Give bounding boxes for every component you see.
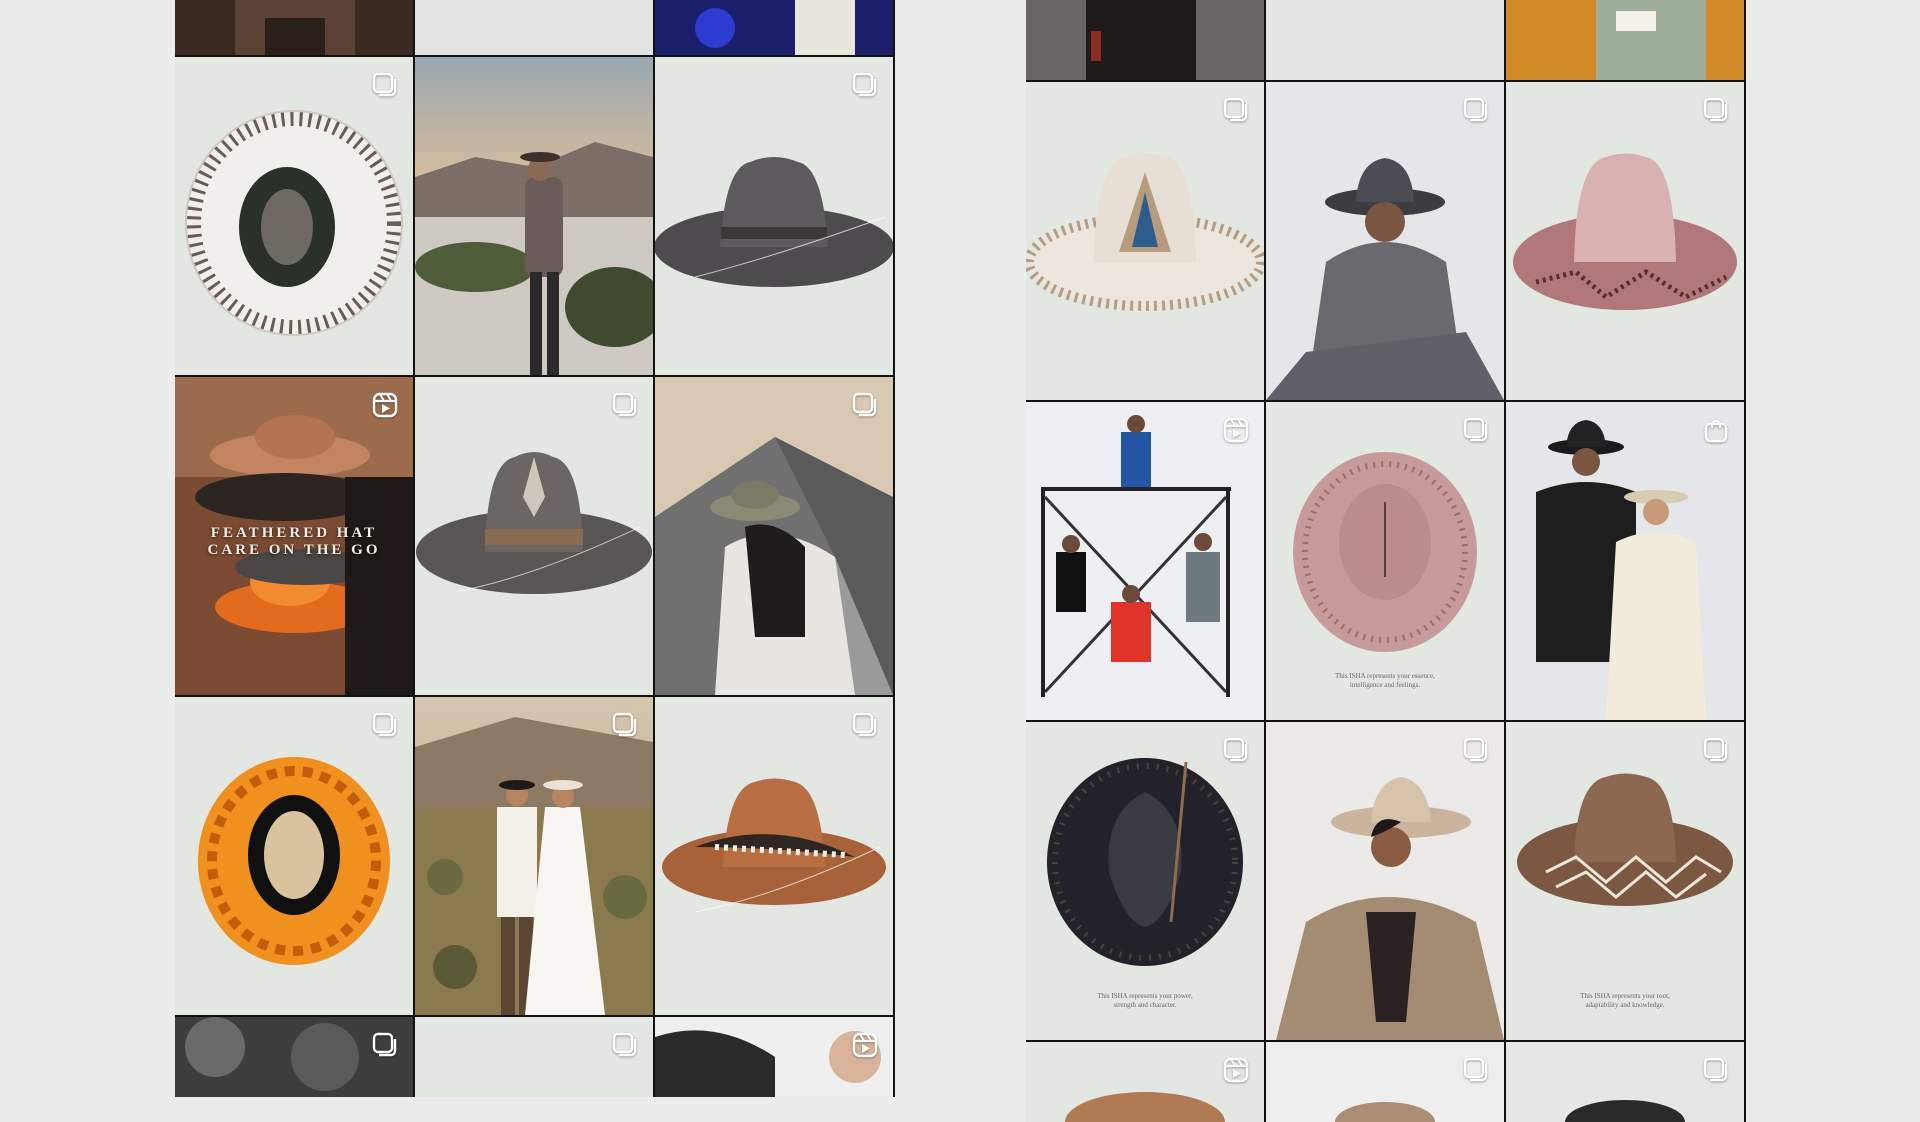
carousel-icon	[611, 711, 639, 739]
post-thumbnail[interactable]	[415, 1017, 653, 1097]
carousel-icon	[1462, 96, 1490, 124]
carousel-icon	[611, 391, 639, 419]
hat-product-post[interactable]	[655, 57, 893, 375]
carousel-icon	[1462, 736, 1490, 764]
post-thumbnail[interactable]	[175, 1017, 413, 1097]
hat-product-post[interactable]	[1026, 82, 1264, 400]
carousel-icon	[851, 391, 879, 419]
hat-product-post[interactable]	[655, 697, 893, 1015]
profile-grid-right: This ISHA represents your essence, intel…	[1026, 0, 1746, 1122]
carousel-icon	[1222, 96, 1250, 124]
reel-icon	[851, 1031, 879, 1059]
lifestyle-photo-post[interactable]	[655, 377, 893, 695]
reel-post[interactable]	[1026, 1042, 1264, 1122]
post-thumbnail[interactable]	[655, 0, 893, 55]
carousel-icon	[371, 71, 399, 99]
reel-icon	[371, 391, 399, 419]
lifestyle-photo-post[interactable]	[1266, 722, 1504, 1040]
hat-product-post[interactable]: This ISHA represents your root, adaptabi…	[1506, 722, 1744, 1040]
post-thumbnail[interactable]	[1266, 0, 1504, 80]
product-caption: This ISHA represents your essence, intel…	[1335, 672, 1435, 689]
carousel-icon	[611, 1031, 639, 1059]
hat-product-post[interactable]: This ISHA represents your power, strengt…	[1026, 722, 1264, 1040]
product-caption: This ISHA represents your root, adaptabi…	[1580, 992, 1670, 1009]
reel-overlay-title: FEATHERED HAT CARE ON THE GO	[207, 525, 381, 558]
carousel-icon	[851, 711, 879, 739]
reel-post[interactable]	[655, 1017, 893, 1097]
post-thumbnail[interactable]	[1026, 0, 1264, 80]
post-thumbnail[interactable]	[415, 0, 653, 55]
post-thumbnail[interactable]	[1506, 1042, 1744, 1122]
lifestyle-photo-post[interactable]	[415, 697, 653, 1015]
shopping-bag-icon	[1702, 416, 1730, 444]
carousel-icon	[851, 71, 879, 99]
lifestyle-photo-post[interactable]	[1266, 82, 1504, 400]
carousel-icon	[371, 711, 399, 739]
carousel-icon	[1222, 736, 1250, 764]
lifestyle-photo-post[interactable]	[1506, 402, 1744, 720]
post-thumbnail[interactable]	[1506, 0, 1744, 80]
hat-product-post[interactable]: This ISHA represents your essence, intel…	[1266, 402, 1504, 720]
product-caption: This ISHA represents your power, strengt…	[1097, 992, 1193, 1009]
hat-product-post[interactable]	[1506, 82, 1744, 400]
hat-product-post[interactable]	[415, 377, 653, 695]
carousel-icon	[1702, 96, 1730, 124]
lifestyle-photo-post[interactable]	[415, 57, 653, 375]
hat-product-post[interactable]	[175, 697, 413, 1015]
reel-post[interactable]	[1026, 402, 1264, 720]
reel-icon	[1222, 416, 1250, 444]
post-thumbnail[interactable]	[175, 0, 413, 55]
post-thumbnail[interactable]	[1266, 1042, 1504, 1122]
hat-product-post[interactable]	[175, 57, 413, 375]
reel-post[interactable]: FEATHERED HAT CARE ON THE GO	[175, 377, 413, 695]
carousel-icon	[1462, 416, 1490, 444]
carousel-icon	[371, 1031, 399, 1059]
carousel-icon	[1702, 736, 1730, 764]
profile-grid-left: FEATHERED HAT CARE ON THE GO	[175, 0, 895, 1097]
